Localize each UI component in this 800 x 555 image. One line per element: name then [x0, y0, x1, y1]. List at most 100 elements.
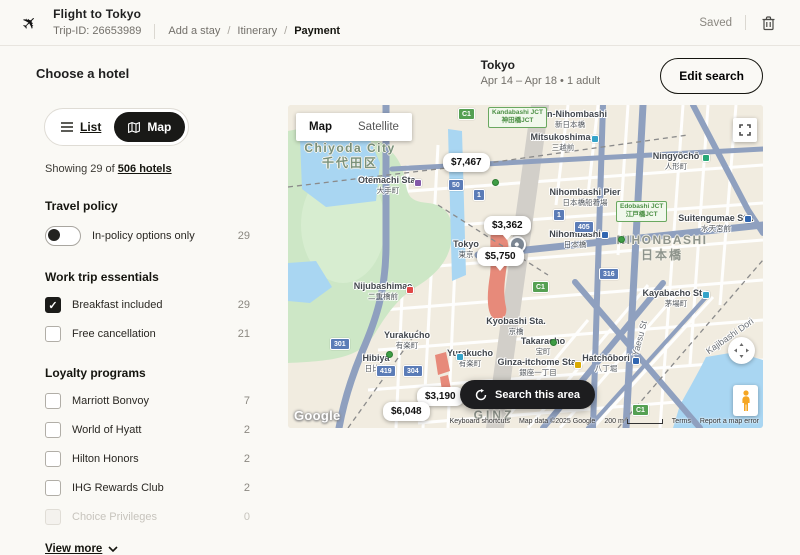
essentials-heading: Work trip essentials [45, 270, 250, 284]
breadcrumb: Add a stay / Itinerary / Payment [168, 25, 340, 37]
pan-arrows-icon [734, 343, 749, 358]
hyatt-count: 2 [244, 424, 250, 436]
hyatt-checkbox[interactable] [45, 422, 61, 438]
filter-row-marriott: Marriott Bonvoy 7 [45, 393, 250, 409]
terms-link[interactable]: Terms [672, 418, 691, 425]
keyboard-shortcuts-link[interactable]: Keyboard shortcuts [450, 418, 510, 425]
hotel-price-marker[interactable]: $6,048 [383, 402, 430, 421]
trip-id: Trip-ID: 26653989 [53, 25, 141, 37]
map-label-kayabacho: Kayabacho Sta.茅場町 [642, 288, 709, 308]
tree-icon [492, 179, 499, 186]
route-shield: 1 [473, 189, 485, 201]
trash-icon [761, 15, 776, 31]
list-view-button[interactable]: List [48, 113, 114, 141]
ihg-label: IHG Rewards Club [72, 482, 164, 494]
trip-info: Flight to Tokyo Trip-ID: 26653989 Add a … [53, 7, 340, 39]
cancellation-checkbox[interactable] [45, 326, 61, 342]
choice-checkbox[interactable] [45, 509, 61, 525]
in-policy-count: 29 [238, 230, 250, 242]
trip-title: Flight to Tokyo [53, 7, 340, 21]
breakfast-checkbox[interactable]: ✓ [45, 297, 61, 313]
list-view-label: List [80, 120, 101, 134]
in-policy-toggle[interactable] [45, 226, 81, 246]
view-more-button[interactable]: View more [45, 543, 250, 555]
map-label-otemachi: Otemachi Sta.大手町 [358, 175, 418, 195]
breakfast-count: 29 [238, 299, 250, 311]
hotel-price-marker[interactable]: $5,750 [477, 247, 524, 266]
search-this-area-button[interactable]: Search this area [460, 380, 595, 409]
metro-station-icon [456, 353, 464, 361]
route-shield: 405 [574, 221, 594, 233]
chevron-down-icon [108, 546, 118, 552]
hotel-price-marker[interactable]: $3,362 [484, 216, 531, 235]
ihg-checkbox[interactable] [45, 480, 61, 496]
choice-label: Choice Privileges [72, 511, 157, 523]
edit-search-button[interactable]: Edit search [660, 58, 763, 94]
dates-occupancy-label: Apr 14 – Apr 18 • 1 adult [481, 75, 600, 87]
map-label-takaracho: Takaracho宝町 [521, 336, 565, 356]
map-tab[interactable]: Map [296, 113, 345, 141]
hotel-map[interactable]: Chiyoda City千代田区 NIHONBASHI日本橋 GINZ Shin… [288, 105, 763, 428]
map-data-label: Map data ©2025 Google [519, 418, 595, 425]
destination-label: Tokyo [481, 58, 600, 72]
map-label-hatchobori: Hatchōbori八丁堀 [582, 353, 630, 373]
breadcrumb-separator: / [284, 25, 287, 37]
map-label-ginza-itchome: Ginza-itchome Sta.銀座一丁目 [497, 357, 578, 377]
metro-station-icon [632, 357, 640, 365]
satellite-tab[interactable]: Satellite [345, 113, 412, 141]
metro-station-icon [591, 135, 599, 143]
view-more-label: View more [45, 543, 102, 555]
filter-row-choice: Choice Privileges 0 [45, 509, 250, 525]
metro-station-icon [601, 231, 609, 239]
hilton-checkbox[interactable] [45, 451, 61, 467]
cancellation-count: 21 [238, 328, 250, 340]
metro-station-icon [702, 291, 710, 299]
map-label-kyobashi: Kyobashi Sta.京橋 [486, 316, 546, 336]
choice-count: 0 [244, 511, 250, 523]
filter-row-ihg: IHG Rewards Club 2 [45, 480, 250, 496]
hilton-count: 2 [244, 453, 250, 465]
page-header: Choose a hotel Tokyo Apr 14 – Apr 18 • 1… [0, 46, 800, 106]
route-shield: 316 [599, 268, 619, 280]
hotels-count-link[interactable]: 506 hotels [118, 163, 172, 175]
breakfast-label: Breakfast included [72, 299, 163, 311]
expressway-shield: C1 [632, 404, 649, 416]
filter-row-cancellation: Free cancellation 21 [45, 326, 250, 342]
map-label-tokyo-station: Tokyo東京 [453, 239, 479, 259]
pegman-icon [740, 390, 752, 412]
fullscreen-button[interactable] [733, 118, 757, 142]
breadcrumb-payment[interactable]: Payment [294, 25, 340, 37]
map-label-yurakucho-2: Yurakucho有楽町 [447, 348, 493, 368]
view-toggle: List Map [44, 108, 189, 146]
map-attribution: Keyboard shortcuts Map data ©2025 Google… [450, 418, 759, 425]
marriott-checkbox[interactable] [45, 393, 61, 409]
loyalty-heading: Loyalty programs [45, 366, 250, 380]
route-shield: 1 [553, 209, 565, 221]
breadcrumb-itinerary[interactable]: Itinerary [237, 25, 277, 37]
tree-icon [386, 351, 393, 358]
route-shield: 419 [376, 365, 396, 377]
page-title: Choose a hotel [36, 66, 129, 81]
map-view-button[interactable]: Map [114, 112, 185, 142]
report-map-error-link[interactable]: Report a map error [700, 418, 759, 425]
breadcrumb-add-a-stay[interactable]: Add a stay [168, 25, 220, 37]
map-label-nihombashi-pier: Nihombashi Pier日本橋船着場 [549, 187, 620, 207]
filter-row-hilton: Hilton Honors 2 [45, 451, 250, 467]
google-logo: Google [294, 408, 341, 423]
divider [745, 15, 746, 30]
list-icon [61, 122, 73, 132]
loyalty-section: Loyalty programs Marriott Bonvoy 7 World… [45, 366, 250, 525]
map-label-suitengumae: Suitengumae Sta.水天宮前 [678, 213, 754, 233]
map-view-label: Map [147, 120, 171, 134]
expressway-shield: C1 [532, 281, 549, 293]
map-type-control: Map Satellite [296, 113, 412, 141]
search-this-area-label: Search this area [495, 389, 580, 401]
metro-station-icon [574, 361, 582, 369]
route-shield: 304 [403, 365, 423, 377]
tree-icon [550, 339, 557, 346]
delete-trip-button[interactable] [759, 13, 778, 33]
hotel-price-marker[interactable]: $7,467 [443, 153, 490, 172]
pegman-button[interactable] [733, 385, 758, 416]
scale-bar: 200 m [604, 418, 662, 425]
pan-control-button[interactable] [728, 337, 755, 364]
